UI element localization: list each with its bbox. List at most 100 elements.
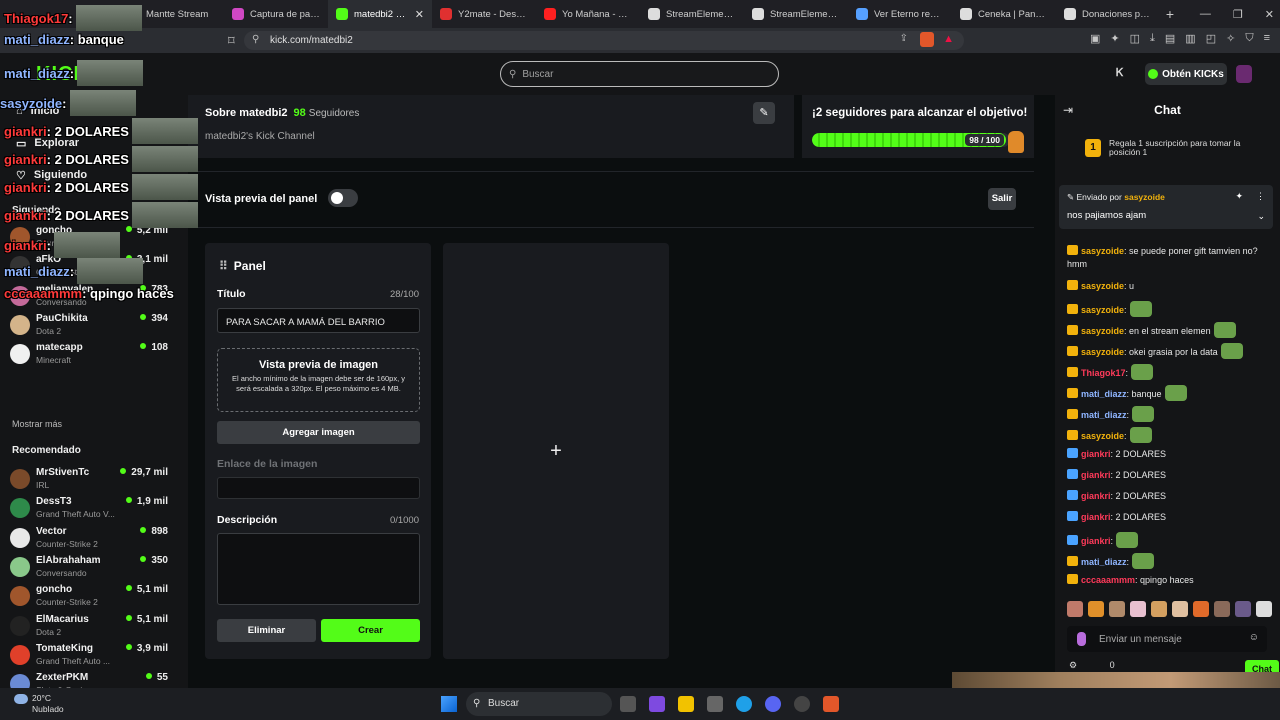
emote-icon[interactable] (1088, 601, 1104, 617)
add-panel-button[interactable]: + (443, 243, 669, 659)
chat-username[interactable]: giankri (1081, 512, 1111, 522)
minimize-icon[interactable]: — (1200, 8, 1211, 20)
chat-username[interactable]: sasyzoide (1081, 246, 1124, 256)
vpn-icon[interactable]: ⛉ (1245, 32, 1253, 45)
panel-preview-toggle[interactable] (328, 189, 358, 207)
settings-icon[interactable]: ⚙ (1069, 660, 1077, 670)
search-input[interactable]: ⚲ Buscar (500, 61, 779, 87)
brave-shield-icon[interactable] (920, 32, 934, 47)
chat-username[interactable]: giankri (1081, 491, 1111, 501)
emote-icon[interactable] (1256, 601, 1272, 617)
close-tab-icon[interactable]: ✕ (415, 8, 424, 21)
edge-icon[interactable] (736, 696, 752, 712)
show-more-link[interactable]: Mostrar más (12, 419, 62, 429)
unpin-icon[interactable]: ✦ (1235, 191, 1243, 202)
chat-username[interactable]: sasyzoide (1081, 326, 1124, 336)
gift-leaderboard[interactable]: 1 Regala 1 suscripción para tomar la pos… (1085, 137, 1275, 163)
leo-icon[interactable]: ✧ (1226, 32, 1235, 45)
close-window-icon[interactable]: ✕ (1265, 8, 1274, 21)
browser-tab[interactable]: Y2mate - Descargar (432, 0, 536, 28)
browser-tab[interactable]: Yo Mañana - YouTube (536, 0, 640, 28)
teams-icon[interactable] (649, 696, 665, 712)
description-textarea[interactable] (217, 533, 420, 605)
extension-icon[interactable]: ✦ (1110, 32, 1119, 45)
file-explorer-icon[interactable] (678, 696, 694, 712)
extension-icon[interactable]: ▣ (1090, 32, 1100, 45)
emote-icon[interactable] (1109, 601, 1125, 617)
browser-tab[interactable]: Ceneka | Panel de c (952, 0, 1056, 28)
sidebar-icon[interactable]: ▥ (1185, 32, 1195, 45)
browser-tab[interactable]: Donaciones para m (1056, 0, 1160, 28)
discord-icon[interactable] (765, 696, 781, 712)
channel-item[interactable]: goncho Counter-Strike 2 5,1 mil (10, 584, 180, 612)
chat-username[interactable]: sasyzoide (1081, 347, 1124, 357)
chat-username[interactable]: giankri (1081, 449, 1111, 459)
menu-icon[interactable]: ≡ (1264, 32, 1270, 45)
emote-icon[interactable] (1067, 601, 1083, 617)
image-link-input[interactable] (217, 477, 420, 499)
exit-button[interactable]: Salir (988, 188, 1016, 210)
browser-tab[interactable]: StreamElements - m (640, 0, 744, 28)
more-options-icon[interactable]: ⋮ (1256, 191, 1265, 202)
chat-input[interactable]: Enviar un mensaje ☺ (1067, 626, 1267, 652)
browser-tab[interactable]: Ver Eterno resplan (848, 0, 952, 28)
channel-item[interactable]: Vector Counter-Strike 2 898 (10, 526, 180, 554)
url-field[interactable]: ⚲ kick.com/matedbi2 ⇪ ▲ (244, 31, 964, 50)
emote-icon[interactable] (1235, 601, 1251, 617)
chat-username[interactable]: mati_diazz (1081, 410, 1127, 420)
taskbar-search[interactable]: ⚲ Buscar (466, 692, 612, 716)
chat-username[interactable]: giankri (1081, 470, 1111, 480)
wallet-icon[interactable]: ◰ (1206, 32, 1216, 45)
channel-item[interactable]: MrStivenTc IRL 29,7 mil (10, 467, 180, 495)
download-icon[interactable]: ⤓ (1150, 32, 1155, 45)
add-image-button[interactable]: Agregar imagen (217, 421, 420, 444)
channel-item[interactable]: matecapp Minecraft 108 (10, 342, 180, 370)
channel-item[interactable]: TomateKing Grand Theft Auto ... 3,9 mil (10, 643, 180, 671)
chat-username[interactable]: cccaaammm (1081, 575, 1135, 585)
share-icon[interactable]: ⇪ (900, 33, 908, 44)
site-info-icon[interactable]: ⚲ (252, 34, 259, 45)
windows-start-icon[interactable] (441, 696, 457, 712)
chat-username[interactable]: sasyzoide (1081, 305, 1124, 315)
chat-username[interactable]: sasyzoide (1081, 281, 1124, 291)
brave-icon[interactable] (823, 696, 839, 712)
emoji-icon[interactable]: ☺ (1249, 632, 1259, 643)
browser-tab[interactable]: StreamElements - C (744, 0, 848, 28)
extension-icon[interactable]: ▤ (1165, 32, 1175, 45)
extension-icon[interactable]: ◫ (1130, 32, 1140, 45)
browser-tab[interactable]: matedbi2 Stream ✕ (328, 0, 432, 28)
maximize-icon[interactable]: ❐ (1233, 8, 1243, 21)
microphone-icon[interactable] (1077, 632, 1086, 646)
emote-icon[interactable] (1172, 601, 1188, 617)
app-icon[interactable] (794, 696, 810, 712)
user-avatar[interactable] (1236, 65, 1252, 83)
chat-username[interactable]: mati_diazz (1081, 557, 1127, 567)
brave-rewards-icon[interactable]: ▲ (943, 33, 954, 45)
kicks-icon[interactable]: Ꮶ (1116, 67, 1124, 80)
chat-username[interactable]: Thiagok17 (1081, 368, 1126, 378)
chat-username[interactable]: mati_diazz (1081, 389, 1127, 399)
emote-icon[interactable] (1130, 601, 1146, 617)
channel-item[interactable]: DessT3 Grand Theft Auto V... 1,9 mil (10, 496, 180, 524)
channel-item[interactable]: ElMacarius Dota 2 5,1 mil (10, 614, 180, 642)
edit-pencil-icon[interactable]: ✎ (753, 102, 775, 124)
emote-icon[interactable] (1193, 601, 1209, 617)
channel-item[interactable]: ElAbrahaham Conversando 350 (10, 555, 180, 583)
image-preview-dropzone[interactable]: Vista previa de imagen El ancho mínimo d… (217, 348, 420, 412)
task-view-icon[interactable] (620, 696, 636, 712)
create-button[interactable]: Crear (321, 619, 420, 642)
drag-handle-icon[interactable]: ⠿ (219, 259, 228, 273)
weather-widget[interactable]: 20°C Nublado (14, 693, 64, 714)
emote-icon[interactable] (1151, 601, 1167, 617)
new-tab-button[interactable]: + (1160, 6, 1180, 22)
app-icon[interactable] (707, 696, 723, 712)
channel-item[interactable]: PauChikita Dota 2 394 (10, 313, 180, 341)
browser-tab[interactable]: Captura de pantalla (224, 0, 328, 28)
chat-username[interactable]: sasyzoide (1081, 431, 1124, 441)
emote-icon[interactable] (1214, 601, 1230, 617)
title-input[interactable]: PARA SACAR A MAMÁ DEL BARRIO (217, 308, 420, 333)
chat-username[interactable]: giankri (1081, 536, 1111, 546)
chevron-down-icon[interactable]: ⌄ (1257, 211, 1265, 222)
get-kicks-button[interactable]: Obtén KICKs (1145, 63, 1227, 85)
delete-button[interactable]: Eliminar (217, 619, 316, 642)
